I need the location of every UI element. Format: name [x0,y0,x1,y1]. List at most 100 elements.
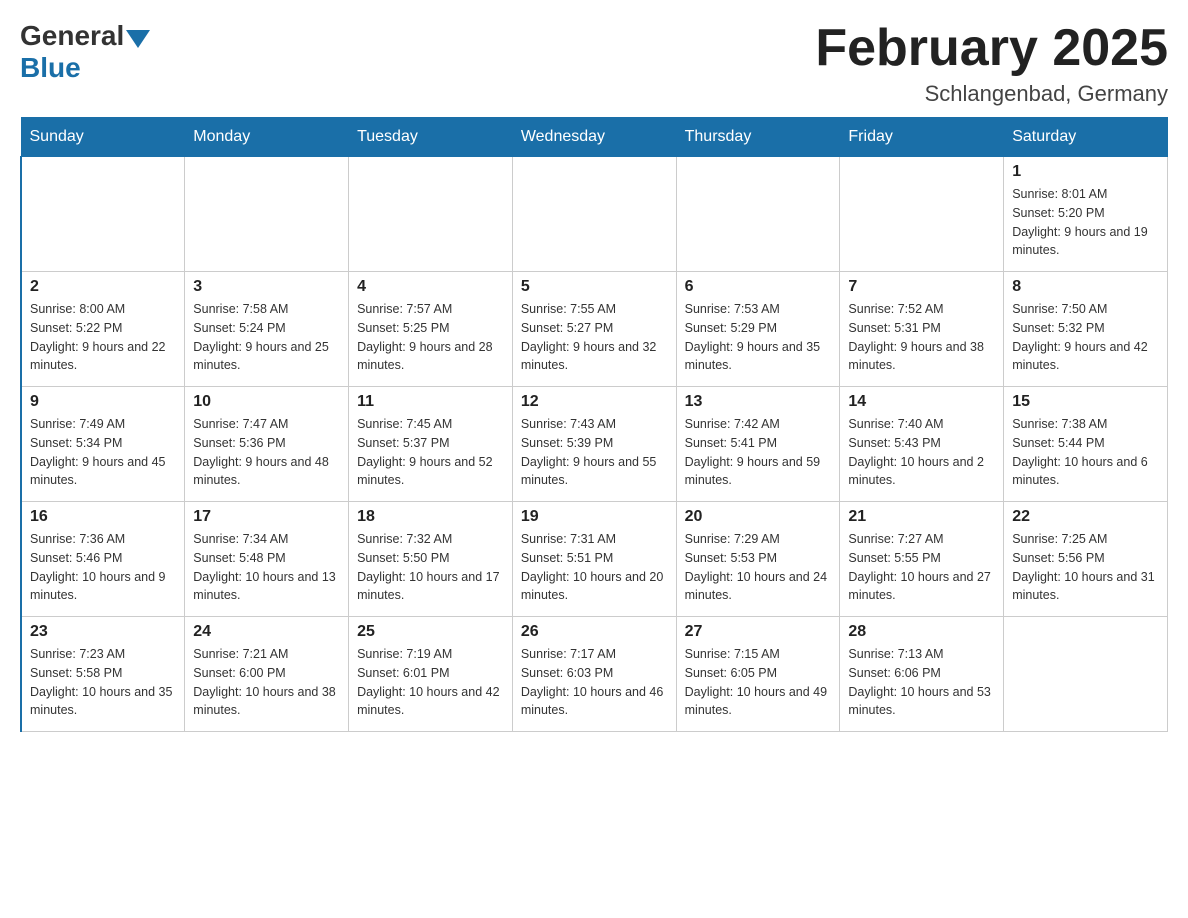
week-row-4: 16 Sunrise: 7:36 AMSunset: 5:46 PMDayligh… [21,502,1168,617]
day-number: 13 [685,393,832,411]
day-number: 1 [1012,163,1159,181]
weekday-header-tuesday: Tuesday [349,118,513,157]
day-number: 26 [521,623,668,641]
day-number: 27 [685,623,832,641]
calendar-cell [512,157,676,272]
day-info: Sunrise: 7:32 AMSunset: 5:50 PMDaylight:… [357,530,504,605]
month-title: February 2025 [815,20,1168,77]
day-info: Sunrise: 7:31 AMSunset: 5:51 PMDaylight:… [521,530,668,605]
calendar-cell: 2 Sunrise: 8:00 AMSunset: 5:22 PMDaylight… [21,272,185,387]
day-info: Sunrise: 7:19 AMSunset: 6:01 PMDaylight:… [357,645,504,720]
calendar-cell: 5Sunrise: 7:55 AMSunset: 5:27 PMDaylight… [512,272,676,387]
weekday-header-sunday: Sunday [21,118,185,157]
calendar-cell [349,157,513,272]
week-row-5: 23Sunrise: 7:23 AMSunset: 5:58 PMDayligh… [21,617,1168,732]
weekday-header-friday: Friday [840,118,1004,157]
day-number: 2 [30,278,176,296]
calendar-cell: 19 Sunrise: 7:31 AMSunset: 5:51 PMDayligh… [512,502,676,617]
calendar-cell: 10 Sunrise: 7:47 AMSunset: 5:36 PMDayligh… [185,387,349,502]
calendar-cell: 14 Sunrise: 7:40 AMSunset: 5:43 PMDayligh… [840,387,1004,502]
weekday-header-saturday: Saturday [1004,118,1168,157]
day-info: Sunrise: 7:23 AMSunset: 5:58 PMDaylight:… [30,645,176,720]
calendar-cell [1004,617,1168,732]
logo-arrow-icon [126,30,150,48]
weekday-header-row: SundayMondayTuesdayWednesdayThursdayFrid… [21,118,1168,157]
day-info: Sunrise: 7:53 AMSunset: 5:29 PMDaylight:… [685,300,832,375]
day-info: Sunrise: 7:45 AMSunset: 5:37 PMDaylight:… [357,415,504,490]
day-info: Sunrise: 7:25 AMSunset: 5:56 PMDaylight:… [1012,530,1159,605]
logo: General Blue [20,20,152,84]
day-number: 17 [193,508,340,526]
day-info: Sunrise: 8:01 AMSunset: 5:20 PMDaylight:… [1012,185,1159,260]
day-info: Sunrise: 7:38 AMSunset: 5:44 PMDaylight:… [1012,415,1159,490]
calendar-cell: 7 Sunrise: 7:52 AMSunset: 5:31 PMDaylight… [840,272,1004,387]
calendar-cell: 13 Sunrise: 7:42 AMSunset: 5:41 PMDayligh… [676,387,840,502]
calendar-cell: 11 Sunrise: 7:45 AMSunset: 5:37 PMDayligh… [349,387,513,502]
day-number: 20 [685,508,832,526]
week-row-2: 2 Sunrise: 8:00 AMSunset: 5:22 PMDaylight… [21,272,1168,387]
day-number: 3 [193,278,340,296]
week-row-3: 9 Sunrise: 7:49 AMSunset: 5:34 PMDaylight… [21,387,1168,502]
calendar-cell: 18 Sunrise: 7:32 AMSunset: 5:50 PMDayligh… [349,502,513,617]
day-number: 14 [848,393,995,411]
calendar-cell: 6Sunrise: 7:53 AMSunset: 5:29 PMDaylight… [676,272,840,387]
day-info: Sunrise: 7:27 AMSunset: 5:55 PMDaylight:… [848,530,995,605]
day-number: 18 [357,508,504,526]
day-number: 10 [193,393,340,411]
calendar-cell: 21 Sunrise: 7:27 AMSunset: 5:55 PMDayligh… [840,502,1004,617]
calendar-cell: 8Sunrise: 7:50 AMSunset: 5:32 PMDaylight… [1004,272,1168,387]
day-info: Sunrise: 8:00 AMSunset: 5:22 PMDaylight:… [30,300,176,375]
calendar-cell [21,157,185,272]
day-info: Sunrise: 7:52 AMSunset: 5:31 PMDaylight:… [848,300,995,375]
day-info: Sunrise: 7:13 AMSunset: 6:06 PMDaylight:… [848,645,995,720]
day-info: Sunrise: 7:21 AMSunset: 6:00 PMDaylight:… [193,645,340,720]
calendar-cell [676,157,840,272]
day-number: 24 [193,623,340,641]
calendar-cell: 4 Sunrise: 7:57 AMSunset: 5:25 PMDaylight… [349,272,513,387]
day-number: 21 [848,508,995,526]
calendar-cell: 15Sunrise: 7:38 AMSunset: 5:44 PMDayligh… [1004,387,1168,502]
day-info: Sunrise: 7:47 AMSunset: 5:36 PMDaylight:… [193,415,340,490]
calendar-cell: 22 Sunrise: 7:25 AMSunset: 5:56 PMDayligh… [1004,502,1168,617]
day-info: Sunrise: 7:36 AMSunset: 5:46 PMDaylight:… [30,530,176,605]
calendar-cell: 9 Sunrise: 7:49 AMSunset: 5:34 PMDaylight… [21,387,185,502]
day-number: 5 [521,278,668,296]
day-number: 4 [357,278,504,296]
calendar-cell: 1 Sunrise: 8:01 AMSunset: 5:20 PMDaylight… [1004,157,1168,272]
day-number: 22 [1012,508,1159,526]
calendar-cell: 24 Sunrise: 7:21 AMSunset: 6:00 PMDayligh… [185,617,349,732]
weekday-header-wednesday: Wednesday [512,118,676,157]
day-number: 19 [521,508,668,526]
calendar-cell: 23Sunrise: 7:23 AMSunset: 5:58 PMDayligh… [21,617,185,732]
day-info: Sunrise: 7:29 AMSunset: 5:53 PMDaylight:… [685,530,832,605]
day-info: Sunrise: 7:43 AMSunset: 5:39 PMDaylight:… [521,415,668,490]
calendar-cell: 27 Sunrise: 7:15 AMSunset: 6:05 PMDayligh… [676,617,840,732]
day-info: Sunrise: 7:58 AMSunset: 5:24 PMDaylight:… [193,300,340,375]
day-number: 12 [521,393,668,411]
title-area: February 2025 Schlangenbad, Germany [815,20,1168,107]
day-number: 9 [30,393,176,411]
calendar-cell [185,157,349,272]
day-info: Sunrise: 7:40 AMSunset: 5:43 PMDaylight:… [848,415,995,490]
day-number: 25 [357,623,504,641]
calendar-cell: 3 Sunrise: 7:58 AMSunset: 5:24 PMDaylight… [185,272,349,387]
day-number: 8 [1012,278,1159,296]
calendar-cell: 28 Sunrise: 7:13 AMSunset: 6:06 PMDayligh… [840,617,1004,732]
day-info: Sunrise: 7:57 AMSunset: 5:25 PMDaylight:… [357,300,504,375]
day-number: 28 [848,623,995,641]
day-number: 7 [848,278,995,296]
calendar-cell: 17 Sunrise: 7:34 AMSunset: 5:48 PMDayligh… [185,502,349,617]
calendar-cell [840,157,1004,272]
day-info: Sunrise: 7:15 AMSunset: 6:05 PMDaylight:… [685,645,832,720]
day-info: Sunrise: 7:42 AMSunset: 5:41 PMDaylight:… [685,415,832,490]
day-info: Sunrise: 7:17 AMSunset: 6:03 PMDaylight:… [521,645,668,720]
logo-blue-text: Blue [20,52,81,84]
weekday-header-thursday: Thursday [676,118,840,157]
day-info: Sunrise: 7:49 AMSunset: 5:34 PMDaylight:… [30,415,176,490]
day-number: 16 [30,508,176,526]
day-number: 11 [357,393,504,411]
calendar-cell: 12 Sunrise: 7:43 AMSunset: 5:39 PMDayligh… [512,387,676,502]
calendar-table: SundayMondayTuesdayWednesdayThursdayFrid… [20,117,1168,732]
location-subtitle: Schlangenbad, Germany [815,81,1168,107]
day-info: Sunrise: 7:34 AMSunset: 5:48 PMDaylight:… [193,530,340,605]
